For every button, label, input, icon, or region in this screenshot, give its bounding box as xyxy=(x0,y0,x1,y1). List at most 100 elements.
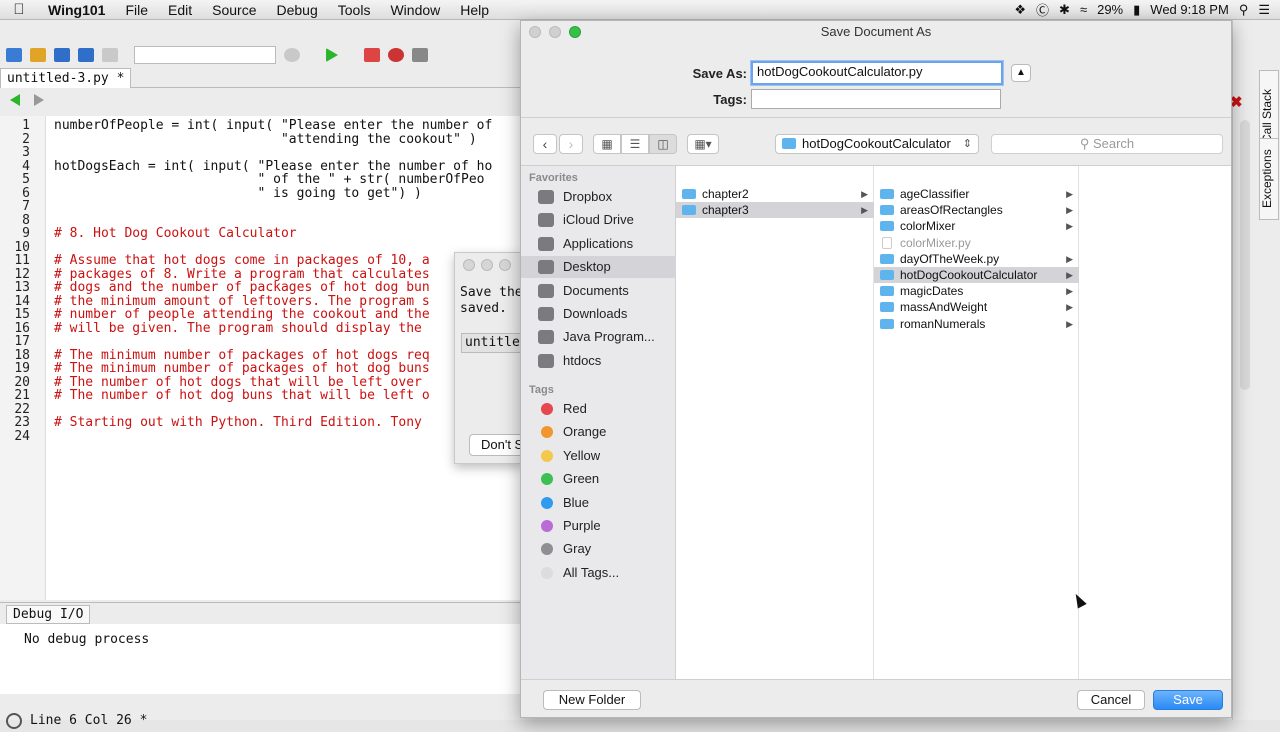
cancel-button[interactable]: Cancel xyxy=(1077,690,1145,710)
minimize-window-icon[interactable] xyxy=(549,26,561,38)
folder-row-chapter2[interactable]: chapter2 ▶ xyxy=(676,186,874,202)
tag-item-yellow[interactable]: Yellow xyxy=(521,445,676,467)
sidebar-item-applications[interactable]: Applications xyxy=(521,233,676,255)
search-icon[interactable] xyxy=(284,48,300,62)
column-view-icon[interactable]: ◫ xyxy=(649,134,677,154)
close-window-icon[interactable] xyxy=(463,259,475,271)
divider xyxy=(521,117,1231,118)
sidebar-item-java-program-[interactable]: Java Program... xyxy=(521,326,676,348)
tag-item-green[interactable]: Green xyxy=(521,468,676,490)
pause-icon[interactable] xyxy=(412,48,428,62)
save-all-icon[interactable] xyxy=(78,48,94,62)
code-line[interactable]: # Starting out with Python. Third Editio… xyxy=(54,415,422,430)
bluetooth-icon[interactable]: ✱ xyxy=(1059,2,1070,18)
tag-item-blue[interactable]: Blue xyxy=(521,492,676,514)
sidebar-item-downloads[interactable]: Downloads xyxy=(521,303,676,325)
menu-app-name[interactable]: Wing101 xyxy=(38,2,115,18)
sidebar-item-documents[interactable]: Documents xyxy=(521,280,676,302)
menu-help[interactable]: Help xyxy=(450,2,499,18)
sidebar-item-dropbox[interactable]: Dropbox xyxy=(521,186,676,208)
run-icon[interactable] xyxy=(326,48,338,62)
code-line[interactable]: # The number of hot dog buns that will b… xyxy=(54,388,430,403)
scrollbar[interactable] xyxy=(1240,120,1250,390)
sidebar-item-desktop[interactable]: Desktop xyxy=(521,256,676,279)
code-line[interactable]: # will be given. The program should disp… xyxy=(54,321,422,336)
notification-center-icon[interactable]: ☰ xyxy=(1258,2,1270,18)
tab-untitled-3[interactable]: untitled-3.py * xyxy=(0,68,132,88)
new-file-icon[interactable] xyxy=(6,48,22,62)
file-row-colormixer-py[interactable]: colorMixer.py xyxy=(874,235,1079,251)
menu-source[interactable]: Source xyxy=(202,2,266,18)
close-window-icon[interactable] xyxy=(529,26,541,38)
save-button[interactable]: Save xyxy=(1153,690,1223,710)
save-as-field[interactable]: hotDogCookoutCalculator.py xyxy=(751,61,1003,85)
menu-edit[interactable]: Edit xyxy=(158,2,202,18)
code-line[interactable]: "attending the cookout" ) xyxy=(54,132,477,147)
minimize-window-icon[interactable] xyxy=(481,259,493,271)
folder-row-hotdogcookoutcalculator[interactable]: hotDogCookoutCalculator ▶ xyxy=(874,267,1079,283)
code-line[interactable]: " is going to get") ) xyxy=(54,186,421,201)
sidebar-item-htdocs[interactable]: htdocs xyxy=(521,350,676,372)
stop-icon[interactable] xyxy=(364,48,380,62)
menu-file[interactable]: File xyxy=(115,2,158,18)
menu-window[interactable]: Window xyxy=(380,2,450,18)
tab-debug-io[interactable]: Debug I/O xyxy=(6,605,91,624)
folder-row-ageclassifier[interactable]: ageClassifier ▶ xyxy=(874,186,1079,202)
code-line[interactable]: # 8. Hot Dog Cookout Calculator xyxy=(54,226,297,241)
tag-item-gray[interactable]: Gray xyxy=(521,538,676,560)
sidebar-item-icloud-drive[interactable]: iCloud Drive xyxy=(521,209,676,231)
toolbar-search-input[interactable] xyxy=(134,46,276,64)
file-icon xyxy=(882,236,892,249)
folder-row-dayoftheweek-py[interactable]: dayOfTheWeek.py ▶ xyxy=(874,251,1079,267)
code-editor[interactable]: 1 2 3 4 5 6 7 8 9 10 11 12 13 14 15 16 17 18 19 20 21 22 23 24 … xyxy=(0,116,520,600)
back-button[interactable]: ‹ xyxy=(533,134,557,154)
folder-row-chapter3[interactable]: chapter3 ▶ xyxy=(676,202,874,219)
tag-item-red[interactable]: Red xyxy=(521,398,676,420)
menu-debug[interactable]: Debug xyxy=(267,2,328,18)
tag-label: Orange xyxy=(563,424,607,440)
zoom-window-icon[interactable] xyxy=(569,26,581,38)
back-arrow-icon[interactable] xyxy=(10,94,20,106)
disclosure-arrow-icon: ▶ xyxy=(1066,253,1073,264)
folder-row-romannumerals[interactable]: romanNumerals ▶ xyxy=(874,316,1079,332)
sidebar-item-label: Applications xyxy=(563,235,634,251)
list-view-icon[interactable]: ☰ xyxy=(621,134,649,154)
spotlight-icon[interactable]: ⚲ xyxy=(1239,2,1249,18)
debug-bug-icon[interactable] xyxy=(388,48,404,62)
collapse-chevron-icon[interactable]: ▲ xyxy=(1011,64,1031,82)
tag-item-orange[interactable]: Orange xyxy=(521,421,676,443)
save-as-label: Save As: xyxy=(692,66,747,81)
folder-row-massandweight[interactable]: massAndWeight ▶ xyxy=(874,299,1079,315)
tag-item-purple[interactable]: Purple xyxy=(521,515,676,537)
search-field[interactable]: ⚲ Search xyxy=(991,134,1223,154)
apple-menu-icon[interactable]:  xyxy=(0,1,38,18)
icon-view-icon[interactable]: ▦ xyxy=(593,134,621,154)
clock[interactable]: Wed 9:18 PM xyxy=(1150,2,1229,17)
battery-icon[interactable]: ▮ xyxy=(1133,2,1140,18)
cut-icon[interactable] xyxy=(102,48,118,62)
folder-row-magicdates[interactable]: magicDates ▶ xyxy=(874,283,1079,299)
sidebar-item-icon xyxy=(538,236,554,251)
disclosure-arrow-icon: ▶ xyxy=(1066,270,1073,280)
wifi-icon[interactable]: ≈ xyxy=(1080,2,1087,17)
save-icon[interactable] xyxy=(54,48,70,62)
forward-arrow-icon[interactable] xyxy=(34,94,44,106)
tags-field[interactable] xyxy=(751,89,1001,109)
arrange-menu-icon[interactable]: ▦▾ xyxy=(687,134,719,154)
forward-button[interactable]: › xyxy=(559,134,583,154)
sidebar-item-icon xyxy=(538,283,554,298)
tag-label: Green xyxy=(563,471,600,487)
dropbox-icon[interactable]: ❖ xyxy=(1014,2,1026,18)
zoom-window-icon[interactable] xyxy=(499,259,511,271)
battery-percent[interactable]: 29% xyxy=(1097,2,1123,17)
tag-item-all-tags-[interactable]: All Tags... xyxy=(521,562,676,584)
location-popup[interactable]: hotDogCookoutCalculator ⇕ xyxy=(775,134,979,154)
tab-exceptions[interactable]: Exceptions xyxy=(1259,138,1279,220)
new-folder-button[interactable]: New Folder xyxy=(543,690,641,710)
skype-icon[interactable]: Ⓒ xyxy=(1036,0,1049,19)
folder-row-areasofrectangles[interactable]: areasOfRectangles ▶ xyxy=(874,202,1079,218)
menu-tools[interactable]: Tools xyxy=(328,2,381,18)
open-folder-icon[interactable] xyxy=(30,48,46,62)
debug-panel-tabs: Debug I/O xyxy=(0,602,520,624)
folder-row-colormixer[interactable]: colorMixer ▶ xyxy=(874,218,1079,234)
